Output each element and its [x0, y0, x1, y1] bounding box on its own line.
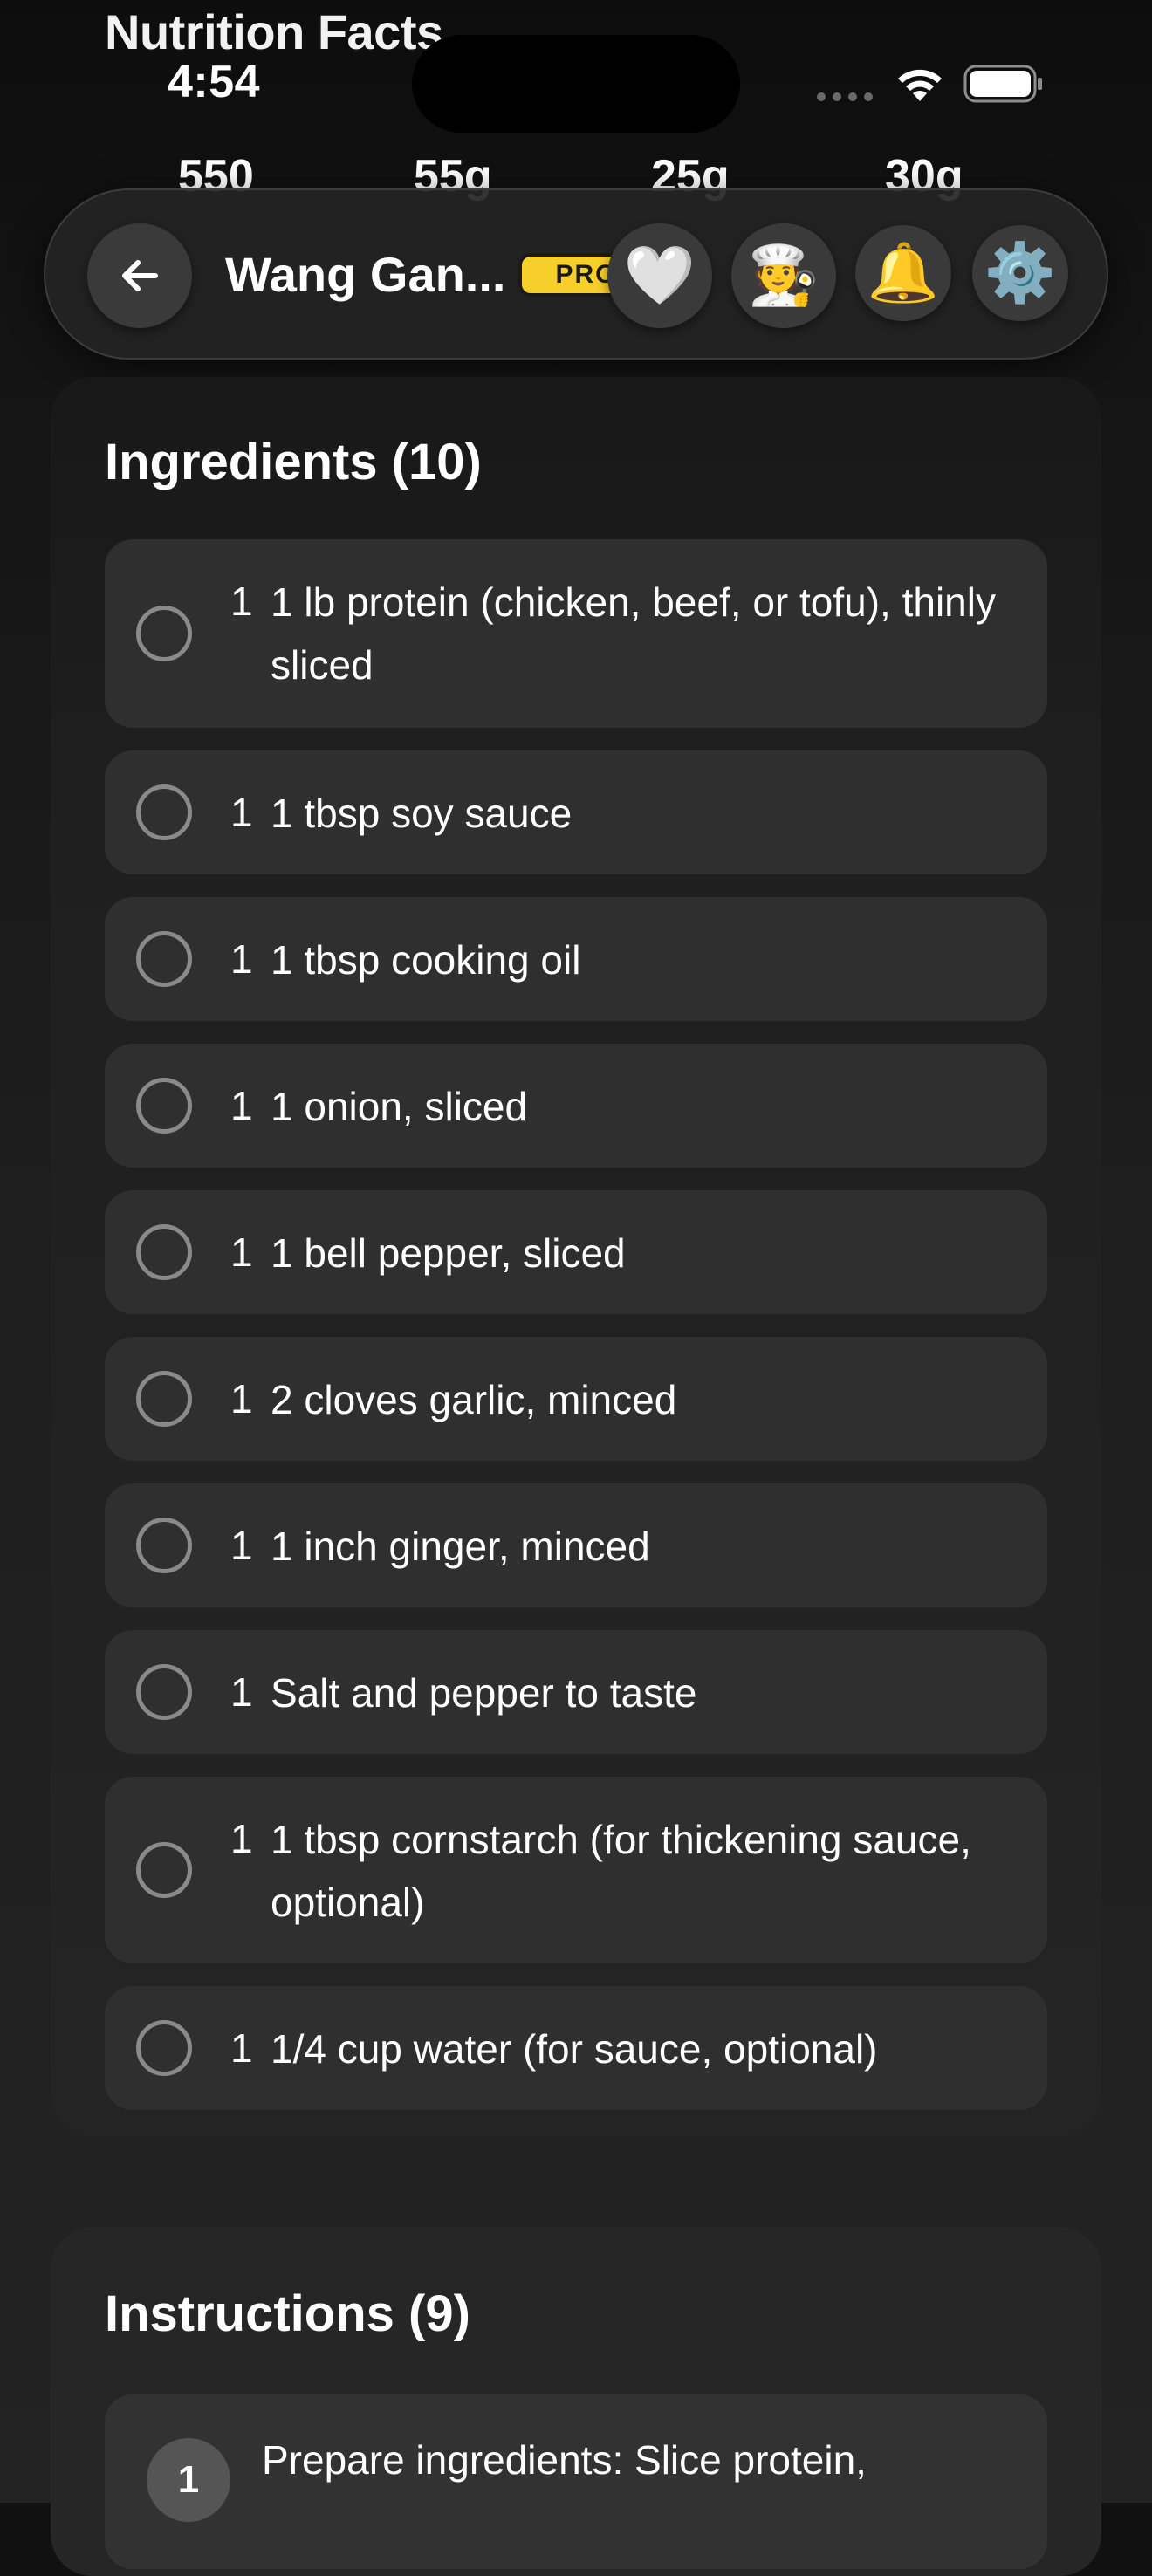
ingredient-quantity: 1	[230, 2025, 253, 2071]
instructions-title: Instructions (9)	[105, 2285, 470, 2342]
settings-button[interactable]: ⚙️	[972, 225, 1068, 321]
favorite-button[interactable]: 🤍	[607, 223, 712, 328]
ingredient-quantity: 1	[230, 936, 253, 982]
arrow-left-icon	[122, 260, 158, 291]
ingredient-text: 1 tbsp cornstarch (for thickening sauce,…	[271, 1817, 971, 1925]
checkbox-circle-icon[interactable]	[136, 784, 192, 840]
recipe-nav-bar: Wang Gan... PRO 🤍 🧑‍🍳 🔔 ⚙️	[44, 188, 1108, 360]
checkbox-circle-icon[interactable]	[136, 931, 192, 987]
ingredient-quantity: 1	[230, 1083, 253, 1128]
back-button[interactable]	[87, 223, 192, 328]
ingredient-text: Salt and pepper to taste	[271, 1670, 697, 1716]
cellular-signal-icon	[817, 92, 873, 101]
checkbox-circle-icon[interactable]	[136, 1842, 192, 1898]
checkbox-circle-icon[interactable]	[136, 1224, 192, 1280]
ingredient-text: 1 inch ginger, minced	[271, 1524, 650, 1569]
chef-icon: 🧑‍🍳	[747, 242, 820, 309]
ingredient-text: 1 onion, sliced	[271, 1084, 528, 1129]
ingredient-quantity: 1	[230, 579, 253, 624]
checkbox-circle-icon[interactable]	[136, 2020, 192, 2076]
checkbox-circle-icon[interactable]	[136, 1664, 192, 1720]
ingredient-text: 1 bell pepper, sliced	[271, 1230, 626, 1276]
ingredient-quantity: 1	[230, 1816, 253, 1861]
checkbox-circle-icon[interactable]	[136, 1371, 192, 1427]
ingredient-quantity: 1	[230, 1669, 253, 1715]
ingredient-item[interactable]: 1 1 inch ginger, minced	[105, 1483, 1047, 1607]
ingredient-text: 1 tbsp cooking oil	[271, 937, 581, 983]
ingredient-item[interactable]: 1 2 cloves garlic, minced	[105, 1337, 1047, 1461]
ingredient-item[interactable]: 1 1 bell pepper, sliced	[105, 1190, 1047, 1314]
ingredient-text: 1 tbsp soy sauce	[271, 791, 573, 836]
ingredient-text: 1 lb protein (chicken, beef, or tofu), t…	[271, 579, 996, 688]
ingredient-item[interactable]: 1 1/4 cup water (for sauce, optional)	[105, 1986, 1047, 2110]
dynamic-island	[412, 35, 740, 133]
ingredient-item[interactable]: 1 1 tbsp cooking oil	[105, 897, 1047, 1021]
recipe-title: Wang Gan...	[225, 247, 506, 302]
step-text: Prepare ingredients: Slice protein,	[262, 2437, 867, 2483]
ingredient-item[interactable]: 1 1 tbsp soy sauce	[105, 750, 1047, 874]
bell-icon: 🔔	[867, 239, 940, 306]
wifi-icon	[898, 69, 942, 101]
notifications-button[interactable]: 🔔	[855, 225, 951, 321]
ingredient-quantity: 1	[230, 1376, 253, 1422]
gear-icon: ⚙️	[984, 239, 1057, 306]
chef-button[interactable]: 🧑‍🍳	[731, 223, 836, 328]
ingredient-item[interactable]: 1 1 onion, sliced	[105, 1044, 1047, 1168]
ingredient-text: 2 cloves garlic, minced	[271, 1377, 677, 1422]
ingredient-item[interactable]: 1 1 tbsp cornstarch (for thickening sauc…	[105, 1777, 1047, 1963]
checkbox-circle-icon[interactable]	[136, 1078, 192, 1134]
checkbox-circle-icon[interactable]	[136, 1518, 192, 1573]
instruction-step[interactable]: 1 Prepare ingredients: Slice protein,	[105, 2394, 1047, 2569]
ingredient-item[interactable]: 1 1 lb protein (chicken, beef, or tofu),…	[105, 539, 1047, 728]
white-heart-icon: 🤍	[623, 242, 696, 309]
status-time: 4:54	[168, 57, 261, 107]
step-number-badge: 1	[147, 2438, 230, 2522]
ingredient-quantity: 1	[230, 790, 253, 835]
checkbox-circle-icon[interactable]	[136, 606, 192, 661]
ingredient-quantity: 1	[230, 1230, 253, 1275]
ingredient-item[interactable]: 1 Salt and pepper to taste	[105, 1630, 1047, 1754]
ingredient-quantity: 1	[230, 1523, 253, 1568]
battery-icon	[963, 65, 1042, 103]
ingredients-title: Ingredients (10)	[105, 434, 482, 490]
nutrition-title: Nutrition Facts	[105, 4, 443, 59]
ingredient-text: 1/4 cup water (for sauce, optional)	[271, 2026, 878, 2072]
